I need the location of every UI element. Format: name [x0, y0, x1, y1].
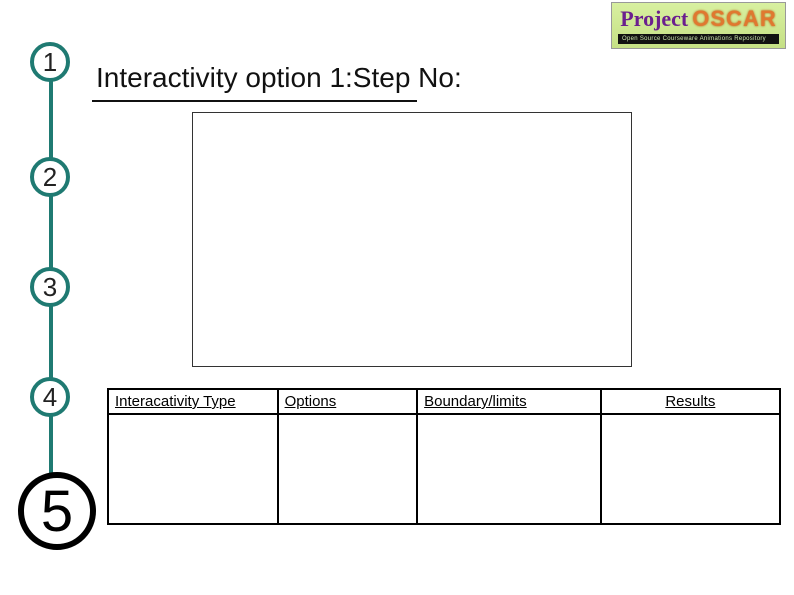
step-4: 4	[30, 377, 70, 417]
logo-subtitle: Open Source Courseware Animations Reposi…	[618, 34, 779, 44]
step-5-current: 5	[18, 472, 96, 550]
interactivity-table: Interacativity Type Options Boundary/lim…	[107, 388, 781, 525]
page-title: Interactivity option 1:Step No:	[96, 62, 462, 94]
step-2: 2	[30, 157, 70, 197]
slide: Project OSCAR Open Source Courseware Ani…	[0, 0, 794, 595]
logo-oscar-text: OSCAR	[692, 6, 776, 32]
col-results: Results	[601, 389, 780, 414]
content-placeholder-box	[192, 112, 632, 367]
cell-options	[278, 414, 418, 524]
project-oscar-logo: Project OSCAR Open Source Courseware Ani…	[611, 2, 786, 49]
step-3: 3	[30, 267, 70, 307]
step-indicator: 1 2 3 4 5	[20, 42, 80, 562]
table-row	[108, 414, 780, 524]
cell-type	[108, 414, 278, 524]
cell-results	[601, 414, 780, 524]
logo-title-row: Project OSCAR	[620, 6, 776, 32]
cell-boundary	[417, 414, 601, 524]
table-header-row: Interacativity Type Options Boundary/lim…	[108, 389, 780, 414]
col-options: Options	[278, 389, 418, 414]
col-boundary: Boundary/limits	[417, 389, 601, 414]
logo-project-text: Project	[620, 6, 688, 32]
step-1: 1	[30, 42, 70, 82]
col-interactivity-type: Interacativity Type	[108, 389, 278, 414]
title-underline	[92, 100, 417, 102]
